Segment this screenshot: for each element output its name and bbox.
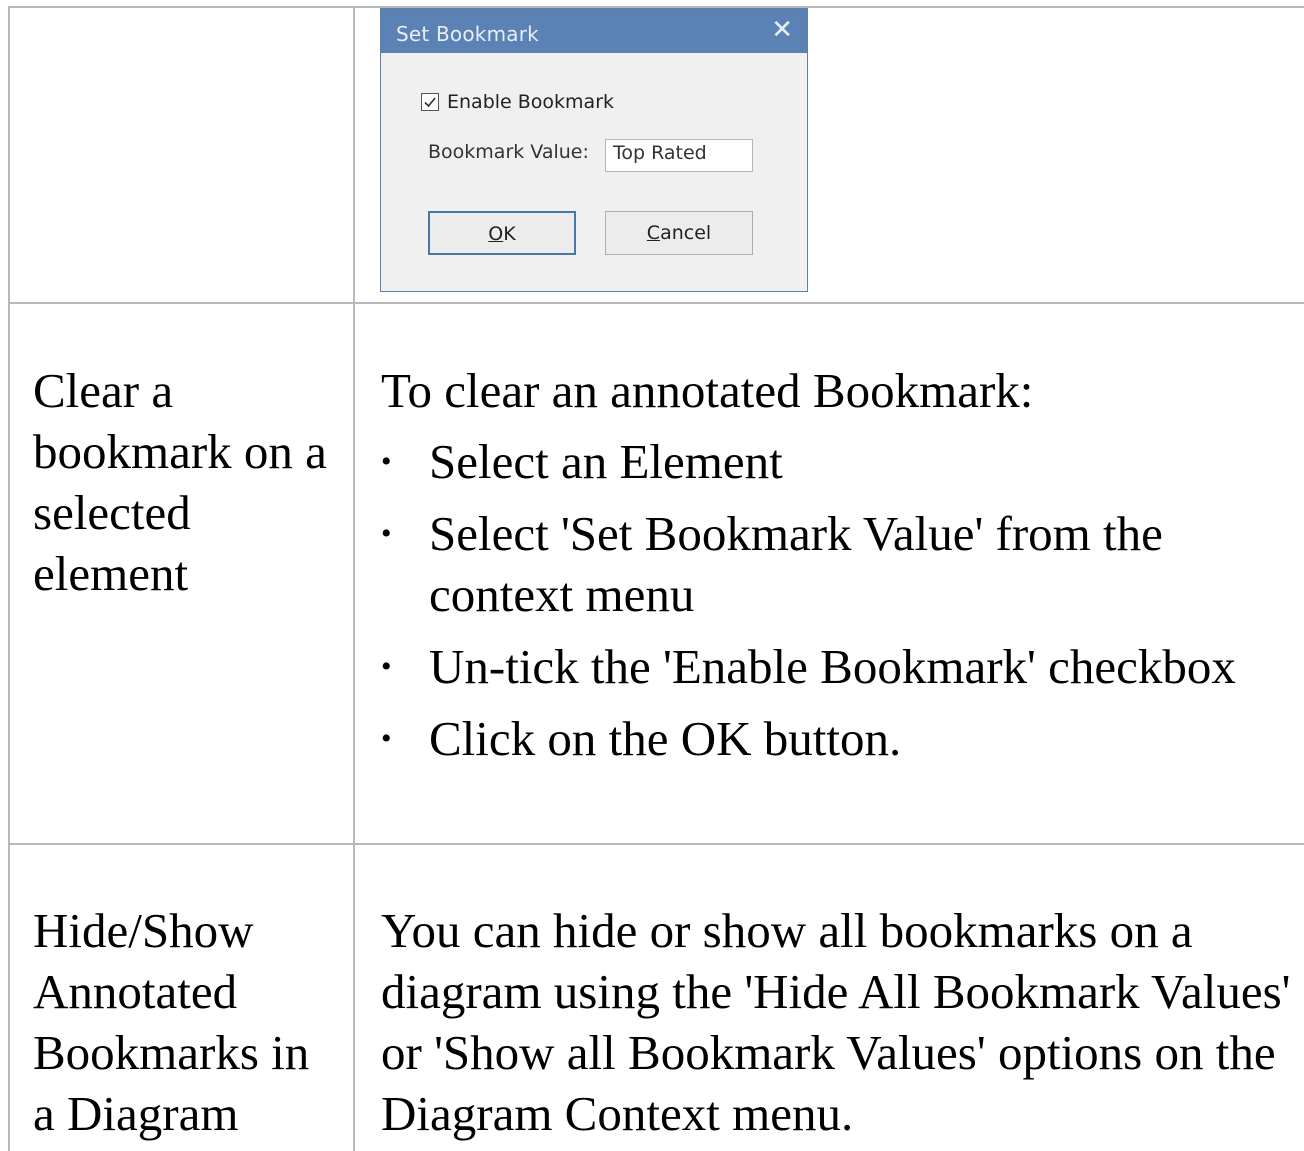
table-rule-left [8, 6, 10, 1151]
ok-button[interactable]: OK [428, 211, 576, 255]
step-text: Select 'Set Bookmark Value' from the con… [429, 506, 1163, 622]
row-body-hide-show: You can hide or show all bookmarks on a … [381, 903, 1291, 1141]
checkmark-icon [424, 97, 436, 108]
ok-accel: O [488, 223, 504, 245]
bullet-icon: • [381, 445, 392, 478]
enable-bookmark-label: Enable Bookmark [447, 91, 615, 113]
clear-bookmark-steps: • Select an Element • Select 'Set Bookmark… [381, 431, 1291, 769]
bookmark-value-label: Bookmark Value: [428, 141, 589, 163]
close-icon[interactable]: ✕ [771, 15, 793, 45]
step-text: Click on the OK button. [429, 711, 902, 766]
row-label-hide-show: Hide/Show Annotated Bookmarks in a Diagr… [33, 903, 310, 1141]
clear-bookmark-intro: To clear an annotated Bookmark: [381, 363, 1034, 418]
row-label-clear-bookmark: Clear a bookmark on a selected element [33, 363, 327, 601]
enable-bookmark-checkbox[interactable] [421, 93, 439, 111]
bullet-icon: • [381, 517, 392, 550]
cancel-accel: C [646, 222, 661, 244]
step-item: • Select 'Set Bookmark Value' from the co… [381, 503, 1291, 625]
step-item: • Un-tick the 'Enable Bookmark' checkbox [381, 636, 1291, 697]
enable-bookmark-row: Enable Bookmark [421, 90, 614, 114]
set-bookmark-dialog: Set Bookmark ✕ Enable Bookmark Bookmark … [380, 8, 808, 292]
document-page: Set Bookmark ✕ Enable Bookmark Bookmark … [0, 0, 1304, 1151]
dialog-title: Set Bookmark [396, 22, 539, 46]
step-text: Un-tick the 'Enable Bookmark' checkbox [429, 639, 1236, 694]
row-body-clear-bookmark: To clear an annotated Bookmark: • Select … [381, 360, 1291, 780]
bookmark-value-input[interactable]: Top Rated [605, 139, 753, 172]
dialog-titlebar: Set Bookmark ✕ [381, 9, 807, 53]
table-rule-row2 [8, 843, 1304, 845]
cancel-label-rest: ancel [660, 222, 712, 244]
table-rule-middle [353, 6, 355, 1151]
step-text: Select an Element [429, 434, 783, 489]
step-item: • Select an Element [381, 431, 1291, 492]
step-item: • Click on the OK button. [381, 708, 1291, 769]
bullet-icon: • [381, 722, 392, 755]
cancel-button[interactable]: Cancel [605, 211, 753, 255]
bullet-icon: • [381, 650, 392, 683]
table-rule-row1 [8, 302, 1304, 304]
ok-label-rest: K [503, 223, 516, 245]
